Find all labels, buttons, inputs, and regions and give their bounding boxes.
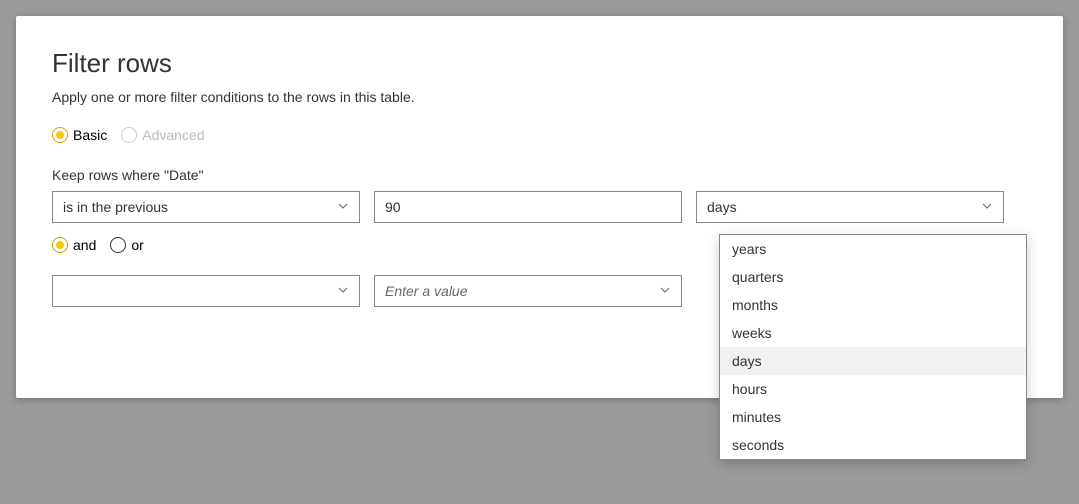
connector-and-label: and — [73, 237, 96, 253]
mode-basic-label: Basic — [73, 127, 107, 143]
value-placeholder-2: Enter a value — [385, 283, 468, 299]
chevron-down-icon — [981, 199, 993, 215]
radio-icon — [52, 127, 68, 143]
value-input-1[interactable] — [385, 192, 671, 222]
mode-advanced-radio[interactable]: Advanced — [121, 127, 204, 143]
unit-dropdown-list: yearsquartersmonthsweeksdayshoursminutes… — [719, 234, 1027, 460]
radio-icon — [121, 127, 137, 143]
unit-option-weeks[interactable]: weeks — [720, 319, 1026, 347]
unit-option-seconds[interactable]: seconds — [720, 431, 1026, 459]
radio-icon — [52, 237, 68, 253]
unit-option-years[interactable]: years — [720, 235, 1026, 263]
condition-row-1: is in the previous days — [52, 191, 1027, 223]
filter-rows-dialog: Filter rows Apply one or more filter con… — [16, 16, 1063, 398]
operator-dropdown-1[interactable]: is in the previous — [52, 191, 360, 223]
unit-dropdown-1[interactable]: days — [696, 191, 1004, 223]
mode-radio-group: Basic Advanced — [52, 127, 1027, 143]
connector-or-label: or — [131, 237, 143, 253]
keep-rows-label: Keep rows where "Date" — [52, 167, 1027, 183]
operator-value-1: is in the previous — [63, 199, 168, 215]
unit-option-quarters[interactable]: quarters — [720, 263, 1026, 291]
radio-icon — [110, 237, 126, 253]
dialog-subtitle: Apply one or more filter conditions to t… — [52, 89, 1027, 105]
chevron-down-icon — [337, 199, 349, 215]
value-input-2[interactable]: Enter a value — [374, 275, 682, 307]
operator-dropdown-2[interactable] — [52, 275, 360, 307]
connector-or-radio[interactable]: or — [110, 237, 143, 253]
mode-basic-radio[interactable]: Basic — [52, 127, 107, 143]
mode-advanced-label: Advanced — [142, 127, 204, 143]
chevron-down-icon — [659, 283, 671, 299]
chevron-down-icon — [337, 283, 349, 299]
unit-option-minutes[interactable]: minutes — [720, 403, 1026, 431]
connector-and-radio[interactable]: and — [52, 237, 96, 253]
unit-value-1: days — [707, 199, 737, 215]
unit-option-hours[interactable]: hours — [720, 375, 1026, 403]
dialog-title: Filter rows — [52, 48, 1027, 79]
unit-option-months[interactable]: months — [720, 291, 1026, 319]
value-input-1-wrapper — [374, 191, 682, 223]
unit-option-days[interactable]: days — [720, 347, 1026, 375]
